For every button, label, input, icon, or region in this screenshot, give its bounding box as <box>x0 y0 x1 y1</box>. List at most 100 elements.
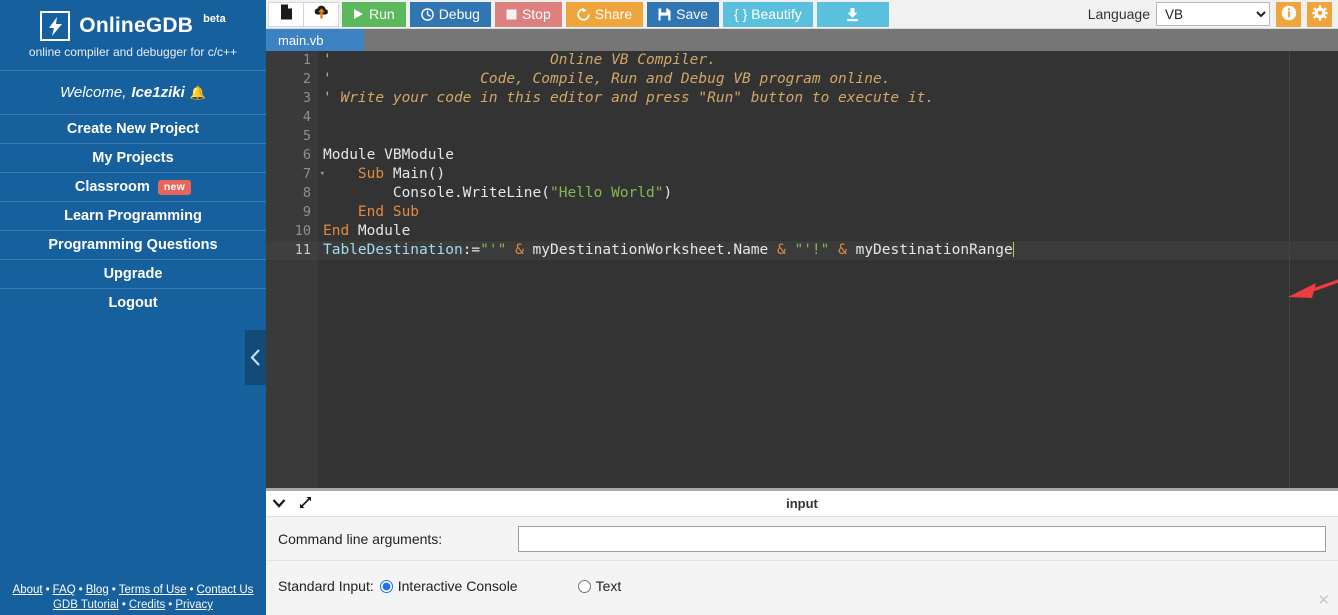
close-icon[interactable]: ✕ <box>1317 593 1330 608</box>
chevron-left-icon <box>250 349 261 366</box>
footer-link-gdb-tutorial[interactable]: GDB Tutorial <box>53 599 119 611</box>
line-number-active: 11 <box>266 241 318 260</box>
line-number: 5 <box>302 128 311 144</box>
sidebar-item-label: Logout <box>108 295 158 311</box>
sidebar-item-label: Upgrade <box>103 266 163 282</box>
settings-button[interactable] <box>1307 1 1332 27</box>
input-panel-expand-button[interactable] <box>292 491 318 517</box>
file-tab-main-vb[interactable]: main.vb <box>266 29 364 51</box>
upload-file-button[interactable] <box>303 1 339 27</box>
command-line-row: Command line arguments: <box>266 517 1338 561</box>
beautify-button[interactable]: { } Beautify <box>723 1 813 27</box>
share-button[interactable]: Share <box>565 1 644 27</box>
code-line-10: End Module <box>323 223 411 239</box>
debug-label: Debug <box>438 6 480 22</box>
run-button[interactable]: Run <box>342 1 406 27</box>
command-line-label: Command line arguments: <box>278 530 443 547</box>
debug-circle-icon <box>420 7 434 21</box>
sidebar-item-label: Create New Project <box>66 121 200 137</box>
stop-square-icon <box>506 9 517 20</box>
new-badge: new <box>157 179 192 195</box>
brand-name: OnlineGDB <box>79 14 194 37</box>
new-file-button[interactable] <box>268 1 304 27</box>
code-line-6: Module VBModule <box>323 147 454 163</box>
code-line-8: Console.WriteLine("Hello World") <box>323 185 673 201</box>
line-number: 3 <box>302 90 311 106</box>
toolbar-left-group: Run Debug Stop Share Save {} Beautify <box>266 0 889 29</box>
footer-link-faq[interactable]: FAQ <box>53 584 76 596</box>
footer-separator: • <box>45 584 50 596</box>
code-line-3: ' Write your code in this editor and pre… <box>323 90 935 106</box>
save-button[interactable]: Save <box>647 1 720 27</box>
upload-cloud-icon <box>313 4 330 24</box>
standard-input-row: Standard Input: Interactive Console Text <box>266 561 1338 611</box>
input-panel: input Command line arguments: Standard I… <box>266 488 1338 615</box>
sidebar-empty-area <box>0 313 266 585</box>
line-number: 8 <box>302 185 311 201</box>
code-line-7: Sub Main() <box>323 166 446 182</box>
sidebar-collapse-button[interactable] <box>245 330 266 385</box>
radio-text-label: Text <box>595 578 622 594</box>
download-icon <box>845 7 860 22</box>
command-line-input[interactable] <box>518 525 1326 552</box>
sidebar-item-label: Classroom <box>74 179 150 195</box>
stop-button[interactable]: Stop <box>494 1 562 27</box>
brand-block[interactable]: OnlineGDB beta online compiler and debug… <box>0 0 266 71</box>
code-line-2: ' Code, Compile, Run and Debug VB progra… <box>323 71 891 87</box>
floppy-disk-icon <box>658 8 671 21</box>
language-select[interactable]: VB C C++ Java Python C# <box>1156 2 1270 26</box>
run-label: Run <box>369 6 395 22</box>
sidebar-item-my-projects[interactable]: My Projects <box>0 144 266 173</box>
line-number: 10 <box>294 223 311 239</box>
info-button[interactable] <box>1276 1 1301 27</box>
footer-separator: • <box>168 599 173 611</box>
sidebar-item-learn-programming[interactable]: Learn Programming <box>0 202 266 231</box>
stop-label: Stop <box>521 6 551 22</box>
beautify-label: { } Beautify <box>734 6 802 22</box>
toolbar-right-group: Language VB C C++ Java Python C# <box>1088 0 1338 29</box>
line-number: 6 <box>302 147 311 163</box>
radio-text-input[interactable] <box>577 579 591 593</box>
radio-interactive-console-label: Interactive Console <box>397 578 518 594</box>
sidebar-item-upgrade[interactable]: Upgrade <box>0 260 266 289</box>
code-editor[interactable]: 1 2 3 4 5 6 7 ▾ 8 9 10 11 ' Online VB Com… <box>266 51 1338 488</box>
expand-diagonal-icon <box>299 496 312 512</box>
code-content[interactable]: ' Online VB Compiler. ' Code, Compile, R… <box>318 51 1338 488</box>
print-margin-ruler <box>1289 51 1290 488</box>
code-line-1: ' Online VB Compiler. <box>323 52 716 68</box>
radio-interactive-console[interactable]: Interactive Console <box>379 578 518 594</box>
standard-input-label: Standard Input: <box>278 578 374 594</box>
debug-button[interactable]: Debug <box>409 1 491 27</box>
footer-link-terms-of-use[interactable]: Terms of Use <box>119 584 187 596</box>
download-button[interactable] <box>816 1 889 27</box>
radio-text[interactable]: Text <box>577 578 622 594</box>
radio-interactive-console-input[interactable] <box>379 579 393 593</box>
lightning-bolt-logo-icon <box>40 11 71 41</box>
toolbar: Run Debug Stop Share Save {} Beautify L… <box>266 0 1338 29</box>
sidebar-item-label: Programming Questions <box>48 237 218 253</box>
input-panel-collapse-button[interactable] <box>266 491 292 517</box>
file-tab-bar: main.vb <box>266 29 1338 51</box>
line-number-gutter: 1 2 3 4 5 6 7 ▾ 8 9 10 11 <box>266 51 325 488</box>
footer-links: About • FAQ • Blog • Terms of Use • Contact Us <box>0 584 266 596</box>
footer-link-contact-us[interactable]: Contact Us <box>197 584 254 596</box>
username: Ice1ziki <box>131 84 185 101</box>
footer-separator: • <box>111 584 116 596</box>
footer-link-credits[interactable]: Credits <box>129 599 165 611</box>
share-icon <box>577 7 590 21</box>
brand-row: OnlineGDB beta <box>40 11 226 41</box>
code-line-11: TableDestination:="'" & myDestinationWor… <box>318 241 1338 260</box>
brand-tagline: online compiler and debugger for c/c++ <box>28 45 238 59</box>
onlinegdb-app: OnlineGDB beta online compiler and debug… <box>0 0 1338 615</box>
footer-link-about[interactable]: About <box>13 584 43 596</box>
new-file-icon <box>280 4 293 25</box>
footer-separator: • <box>121 599 126 611</box>
bell-icon[interactable]: 🔔 <box>190 85 206 101</box>
footer-link-blog[interactable]: Blog <box>86 584 109 596</box>
footer-link-privacy[interactable]: Privacy <box>175 599 213 611</box>
sidebar-item-create-new-project[interactable]: Create New Project <box>0 115 266 144</box>
sidebar-item-programming-questions[interactable]: Programming Questions <box>0 231 266 260</box>
sidebar-item-classroom[interactable]: Classroom new <box>0 173 266 202</box>
